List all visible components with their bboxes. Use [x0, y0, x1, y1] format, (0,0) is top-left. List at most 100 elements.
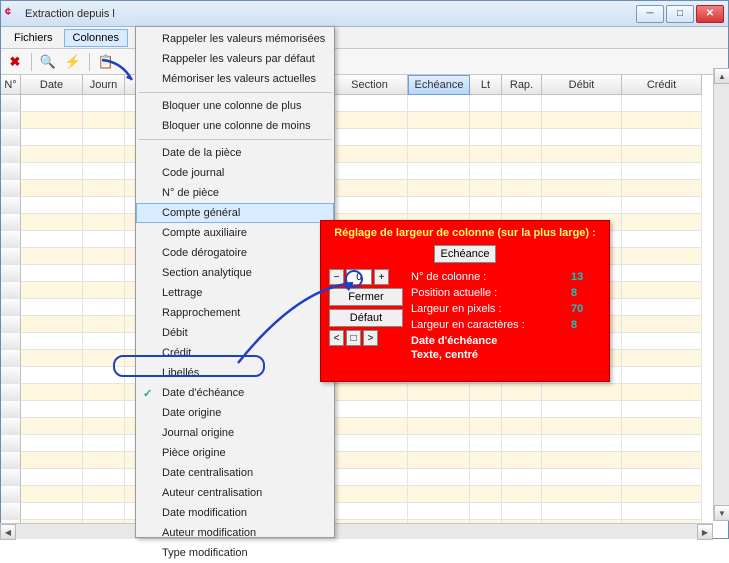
grid-cell[interactable] [470, 129, 502, 146]
grid-cell[interactable] [83, 350, 125, 367]
grid-cell[interactable] [1, 163, 21, 180]
grid-cell[interactable] [622, 350, 702, 367]
delete-icon[interactable]: ✖ [4, 52, 26, 72]
grid-cell[interactable] [332, 146, 408, 163]
grid-cell[interactable] [622, 248, 702, 265]
grid-cell[interactable] [502, 469, 542, 486]
grid-cell[interactable] [21, 401, 83, 418]
grid-cell[interactable] [408, 401, 470, 418]
grid-cell[interactable] [542, 129, 622, 146]
grid-cell[interactable] [542, 384, 622, 401]
column-header[interactable]: Lt [470, 75, 502, 95]
column-header[interactable]: Rap. [502, 75, 542, 95]
grid-cell[interactable] [470, 401, 502, 418]
menu-item[interactable]: Rappeler les valeurs mémorisées [136, 29, 334, 49]
menu-item[interactable]: Date d'échéance [136, 383, 334, 403]
grid-cell[interactable] [1, 129, 21, 146]
grid-cell[interactable] [542, 180, 622, 197]
grid-cell[interactable] [542, 197, 622, 214]
grid-cell[interactable] [622, 333, 702, 350]
menu-item[interactable]: Auteur modification [136, 523, 334, 543]
grid-cell[interactable] [470, 469, 502, 486]
menu-item[interactable]: Pièce origine [136, 443, 334, 463]
grid-cell[interactable] [622, 503, 702, 520]
grid-cell[interactable] [542, 401, 622, 418]
grid-cell[interactable] [21, 146, 83, 163]
grid-cell[interactable] [21, 248, 83, 265]
grid-cell[interactable] [502, 452, 542, 469]
grid-cell[interactable] [332, 129, 408, 146]
grid-cell[interactable] [83, 248, 125, 265]
grid-cell[interactable] [83, 469, 125, 486]
grid-cell[interactable] [1, 231, 21, 248]
grid-cell[interactable] [1, 112, 21, 129]
menu-item[interactable]: Bloquer une colonne de plus [136, 96, 334, 116]
grid-cell[interactable] [622, 146, 702, 163]
grid-cell[interactable] [502, 503, 542, 520]
grid-cell[interactable] [332, 418, 408, 435]
menu-item[interactable]: Section analytique [136, 263, 334, 283]
grid-cell[interactable] [542, 435, 622, 452]
column-header[interactable]: N° [1, 75, 21, 95]
column-header[interactable]: Débit [542, 75, 622, 95]
grid-cell[interactable] [1, 282, 21, 299]
grid-cell[interactable] [1, 146, 21, 163]
grid-cell[interactable] [21, 452, 83, 469]
grid-cell[interactable] [502, 384, 542, 401]
menu-item[interactable]: Compte auxiliaire [136, 223, 334, 243]
grid-cell[interactable] [1, 401, 21, 418]
menu-item[interactable]: Compte général [136, 203, 334, 223]
grid-cell[interactable] [408, 112, 470, 129]
menu-item[interactable]: Date modification [136, 503, 334, 523]
grid-cell[interactable] [622, 452, 702, 469]
grid-cell[interactable] [622, 129, 702, 146]
menu-colonnes[interactable]: Colonnes [64, 29, 128, 47]
grid-cell[interactable] [622, 469, 702, 486]
grid-cell[interactable] [622, 435, 702, 452]
grid-cell[interactable] [332, 486, 408, 503]
grid-cell[interactable] [408, 95, 470, 112]
grid-cell[interactable] [622, 197, 702, 214]
menu-item[interactable]: Crédit [136, 343, 334, 363]
grid-cell[interactable] [408, 197, 470, 214]
grid-cell[interactable] [21, 265, 83, 282]
grid-cell[interactable] [622, 265, 702, 282]
grid-cell[interactable] [1, 180, 21, 197]
grid-cell[interactable] [542, 95, 622, 112]
grid-cell[interactable] [470, 486, 502, 503]
grid-cell[interactable] [332, 469, 408, 486]
grid-cell[interactable] [83, 333, 125, 350]
grid-cell[interactable] [83, 452, 125, 469]
stop-icon[interactable]: □ [346, 330, 361, 346]
grid-cell[interactable] [502, 486, 542, 503]
spinner-minus-icon[interactable]: − [329, 269, 344, 285]
grid-cell[interactable] [83, 214, 125, 231]
grid-cell[interactable] [542, 486, 622, 503]
grid-cell[interactable] [21, 299, 83, 316]
menu-item[interactable]: Type modification [136, 543, 334, 563]
menu-item[interactable]: Mémoriser les valeurs actuelles [136, 69, 334, 89]
grid-cell[interactable] [1, 197, 21, 214]
grid-cell[interactable] [408, 129, 470, 146]
grid-cell[interactable] [408, 146, 470, 163]
grid-cell[interactable] [470, 435, 502, 452]
grid-cell[interactable] [1, 265, 21, 282]
grid-cell[interactable] [83, 197, 125, 214]
grid-cell[interactable] [622, 367, 702, 384]
menu-item[interactable]: Rappeler les valeurs par défaut [136, 49, 334, 69]
lightning-icon[interactable]: ⚡ [62, 52, 84, 72]
grid-cell[interactable] [332, 163, 408, 180]
grid-cell[interactable] [622, 299, 702, 316]
menu-item[interactable]: Auteur centralisation [136, 483, 334, 503]
grid-cell[interactable] [470, 180, 502, 197]
grid-cell[interactable] [470, 452, 502, 469]
grid-cell[interactable] [542, 112, 622, 129]
grid-cell[interactable] [21, 367, 83, 384]
grid-cell[interactable] [622, 418, 702, 435]
spinner-plus-icon[interactable]: + [374, 269, 389, 285]
next-icon[interactable]: > [363, 330, 378, 346]
grid-cell[interactable] [83, 231, 125, 248]
grid-cell[interactable] [622, 112, 702, 129]
grid-cell[interactable] [1, 418, 21, 435]
grid-cell[interactable] [1, 214, 21, 231]
